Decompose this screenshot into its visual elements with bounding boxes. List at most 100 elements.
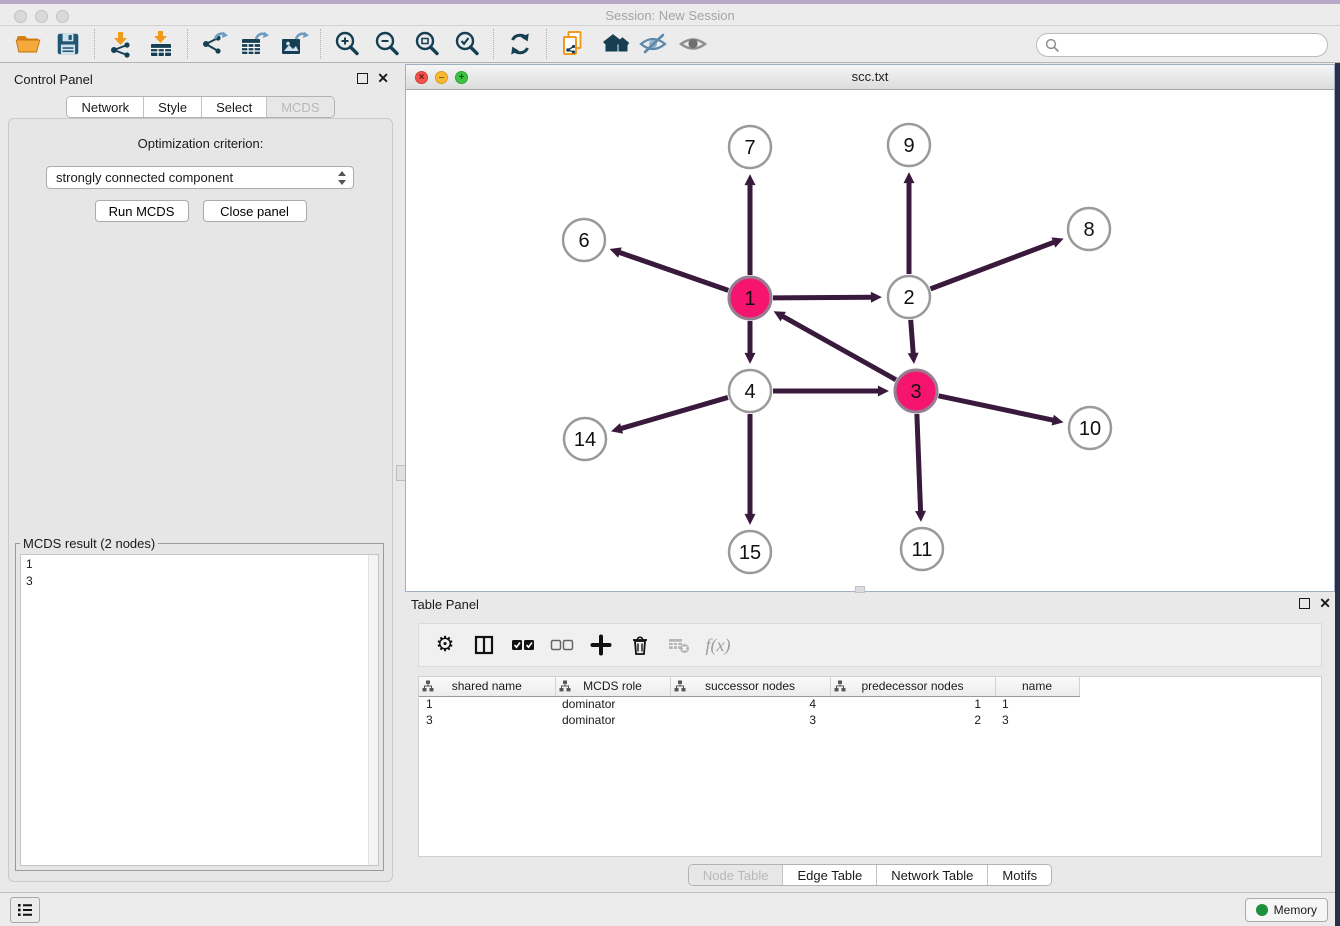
table-cell[interactable]: 4 [670, 696, 830, 712]
header-filler [1079, 677, 1087, 696]
tab-edge-table[interactable]: Edge Table [782, 865, 876, 885]
new-network-from-selection-button[interactable] [553, 28, 593, 60]
graph-edge-1-6[interactable] [619, 252, 728, 290]
task-history-button[interactable] [10, 897, 40, 923]
graph-node-label: 11 [912, 539, 933, 561]
column-header-successor-nodes[interactable]: successor nodes [670, 677, 830, 696]
tab-mcds[interactable]: MCDS [266, 97, 333, 117]
network-canvas[interactable]: 7968124314101511 [406, 90, 1334, 591]
result-scrollbar[interactable] [368, 555, 378, 865]
node-table-grid: shared nameMCDS rolesuccessor nodesprede… [419, 677, 1087, 728]
refresh-layout-button[interactable] [500, 28, 540, 60]
eye-icon [678, 32, 708, 56]
import-network-button[interactable] [101, 28, 141, 60]
table-cell[interactable]: 2 [830, 712, 995, 728]
add-row-button[interactable] [585, 628, 617, 662]
tab-node-table[interactable]: Node Table [689, 865, 783, 885]
search-input[interactable] [1060, 38, 1327, 52]
open-session-button[interactable] [8, 28, 48, 60]
column-browser-icon [473, 634, 495, 656]
graph-edge-2-8[interactable] [931, 242, 1055, 289]
column-browser-button[interactable] [468, 628, 500, 662]
graph-edge-3-10[interactable] [938, 396, 1053, 421]
table-cell[interactable]: 1 [419, 696, 555, 712]
export-table-button[interactable] [234, 28, 274, 60]
close-panel-button[interactable]: Close panel [203, 200, 307, 222]
tab-style[interactable]: Style [143, 97, 201, 117]
table-panel-title: Table Panel [411, 597, 479, 612]
memory-button[interactable]: Memory [1245, 898, 1328, 922]
save-icon [55, 31, 81, 57]
plus-icon [590, 634, 612, 656]
select-all-columns-button[interactable] [507, 628, 539, 662]
delete-table-button[interactable] [663, 628, 695, 662]
network-window-title: scc.txt [406, 69, 1334, 84]
graph-edge-3-11[interactable] [917, 414, 921, 512]
graph-edge-1-2[interactable] [773, 297, 872, 298]
column-header-name[interactable]: name [995, 677, 1079, 696]
network-view-window: × – + scc.txt 7968124314101511 [405, 64, 1335, 592]
table-row[interactable]: 3dominator323 [419, 712, 1087, 728]
mcds-tab-content: Optimization criterion: strongly connect… [8, 118, 393, 882]
gear-icon: ⚙ [436, 635, 455, 655]
row-filler [1079, 696, 1087, 712]
criterion-dropdown[interactable]: strongly connected component [46, 166, 354, 189]
table-settings-button[interactable]: ⚙ [429, 628, 461, 662]
zoom-out-button[interactable] [367, 28, 407, 60]
zoom-fit-button[interactable] [407, 28, 447, 60]
save-session-button[interactable] [48, 28, 88, 60]
function-builder-button[interactable]: f(x) [702, 628, 734, 662]
network-graph: 7968124314101511 [406, 90, 1334, 592]
table-cell[interactable]: 3 [419, 712, 555, 728]
run-mcds-button[interactable]: Run MCDS [95, 200, 189, 222]
graph-node-label: 8 [1083, 219, 1094, 241]
horizontal-splitter-handle[interactable] [855, 586, 865, 593]
column-header-shared-name[interactable]: shared name [419, 677, 555, 696]
search-field[interactable] [1036, 33, 1328, 57]
tab-network[interactable]: Network [67, 97, 143, 117]
table-cell[interactable]: 3 [670, 712, 830, 728]
graph-node-label: 7 [744, 137, 755, 159]
network-window-titlebar[interactable]: × – + scc.txt [406, 65, 1334, 90]
table-cell[interactable]: 1 [995, 696, 1079, 712]
table-cell[interactable]: 1 [830, 696, 995, 712]
tab-motifs[interactable]: Motifs [987, 865, 1051, 885]
memory-status-icon [1256, 904, 1268, 916]
zoom-selected-button[interactable] [447, 28, 487, 60]
delete-rows-button[interactable] [624, 628, 656, 662]
row-filler [1079, 712, 1087, 728]
import-table-button[interactable] [141, 28, 181, 60]
delete-table-icon [667, 636, 691, 654]
mcds-result-area[interactable]: 1 3 [20, 554, 379, 866]
status-bar: Memory [0, 892, 1340, 926]
table-cell[interactable]: 3 [995, 712, 1079, 728]
close-table-panel-icon[interactable]: ✕ [1319, 598, 1331, 609]
table-row[interactable]: 1dominator411 [419, 696, 1087, 712]
node-table[interactable]: shared nameMCDS rolesuccessor nodesprede… [418, 676, 1322, 857]
select-all-icon [511, 638, 535, 652]
tab-network-table[interactable]: Network Table [876, 865, 987, 885]
first-neighbors-button[interactable] [593, 28, 633, 60]
close-panel-icon[interactable]: ✕ [377, 73, 389, 84]
deselect-all-columns-button[interactable] [546, 628, 578, 662]
float-panel-icon[interactable] [357, 73, 368, 84]
zoom-in-button[interactable] [327, 28, 367, 60]
float-table-panel-icon[interactable] [1299, 598, 1310, 609]
graph-edge-2-3[interactable] [911, 320, 914, 354]
export-network-button[interactable] [194, 28, 234, 60]
graph-edge-3-1[interactable] [782, 316, 896, 380]
tab-select[interactable]: Select [201, 97, 266, 117]
graph-node-label: 4 [744, 381, 755, 403]
table-cell[interactable]: dominator [555, 712, 670, 728]
optimization-criterion-label: Optimization criterion: [9, 136, 392, 151]
zoom-fit-icon [413, 30, 441, 58]
table-cell[interactable]: dominator [555, 696, 670, 712]
hide-selected-button[interactable] [633, 28, 673, 60]
column-header-MCDS-role[interactable]: MCDS role [555, 677, 670, 696]
graph-edge-4-14[interactable] [621, 397, 728, 428]
column-header-predecessor-nodes[interactable]: predecessor nodes [830, 677, 995, 696]
toolbar-separator [187, 29, 188, 59]
control-panel-title: Control Panel [14, 72, 93, 87]
export-image-button[interactable] [274, 28, 314, 60]
show-all-button[interactable] [673, 28, 713, 60]
